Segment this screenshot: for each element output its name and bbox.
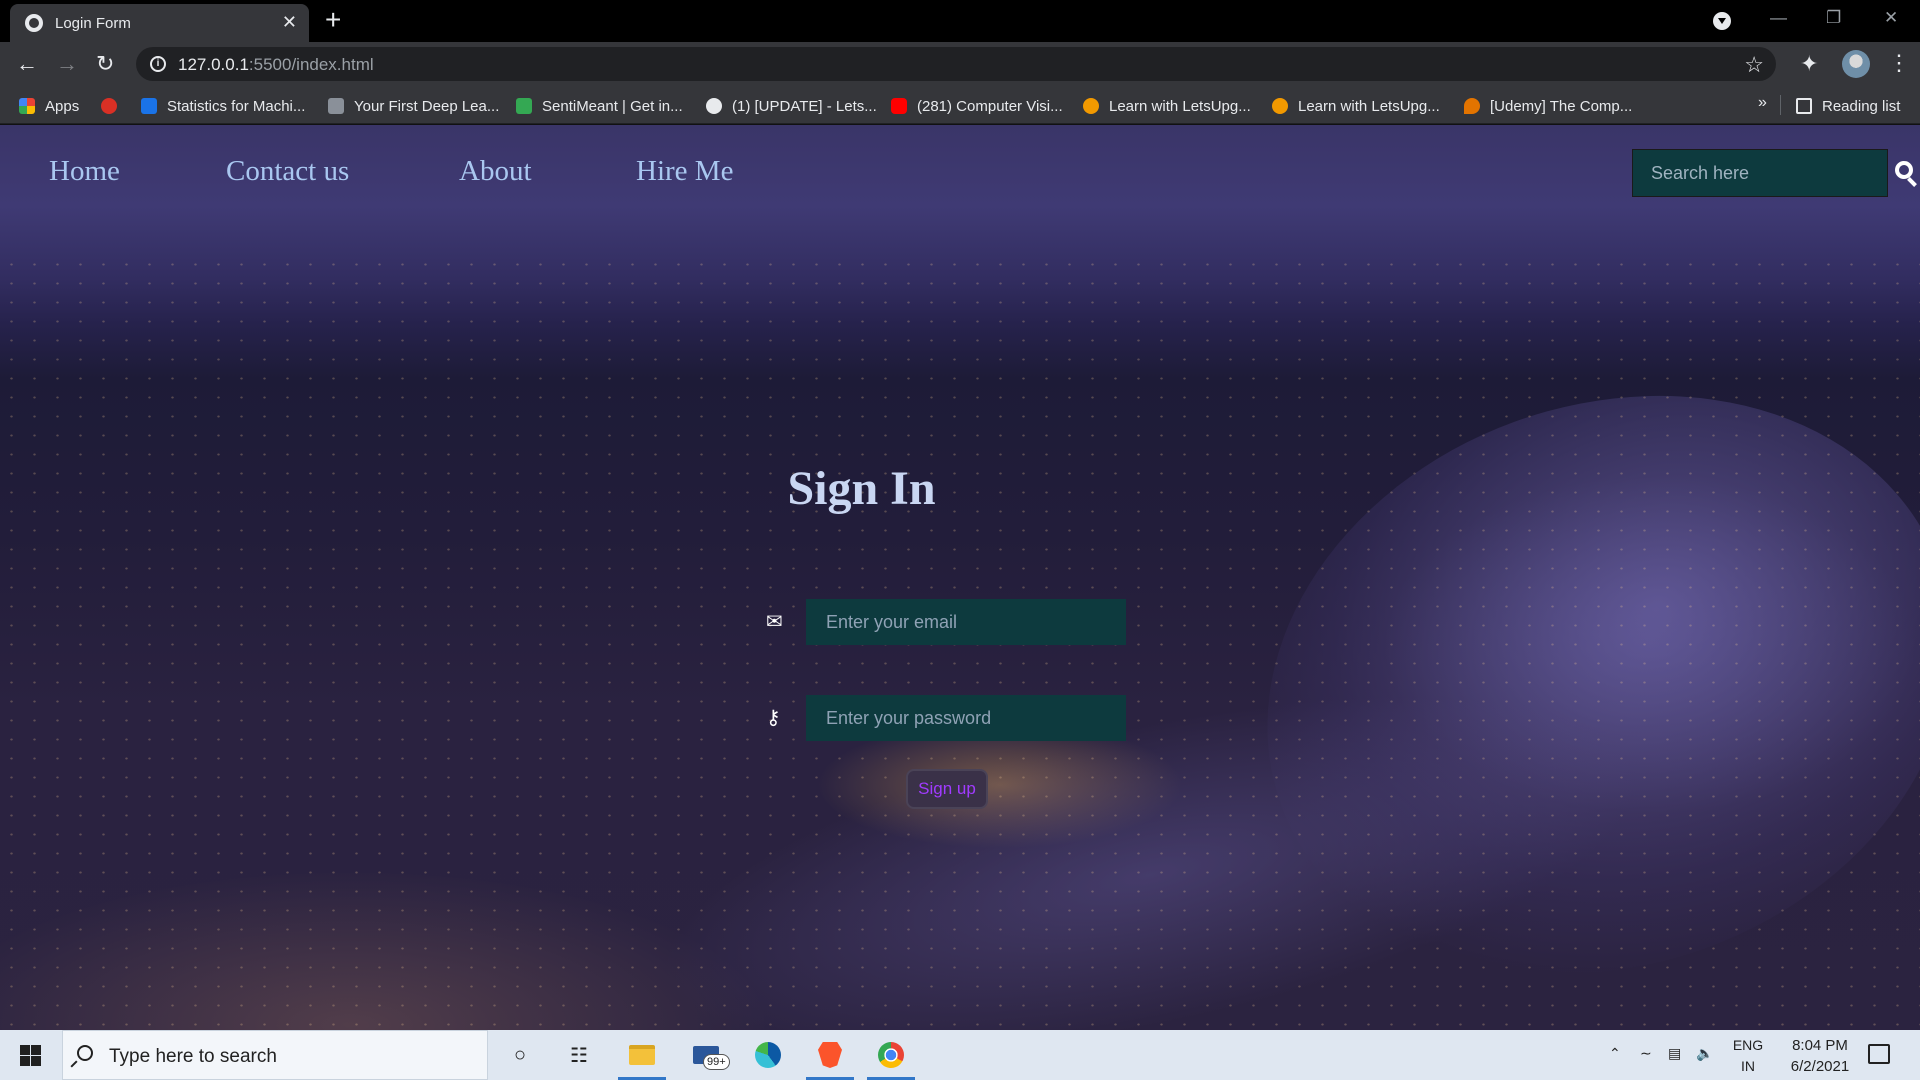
apps-grid-icon <box>19 98 35 114</box>
gl-favicon-icon <box>141 98 157 114</box>
bookmarks-divider <box>1780 95 1781 115</box>
nav-hire-me[interactable]: Hire Me <box>636 155 733 188</box>
reload-icon[interactable]: ↻ <box>96 51 114 77</box>
youtube-icon <box>891 98 907 114</box>
browser-tab-bar: Login Form ✕ + — ❐ ✕ <box>0 0 1920 42</box>
search-icon <box>77 1045 93 1061</box>
taskbar-search-box[interactable]: Type here to search <box>62 1030 488 1080</box>
wifi-icon[interactable]: ∼ <box>1640 1045 1652 1062</box>
letsupgrade-icon <box>1083 98 1099 114</box>
volume-icon[interactable]: 🔈 <box>1696 1045 1713 1062</box>
password-field <box>806 695 1126 741</box>
reading-list-icon <box>1796 98 1812 114</box>
site-search-box <box>1632 149 1888 197</box>
bookmark-item[interactable] <box>101 95 127 117</box>
back-arrow-icon[interactable]: ← <box>16 51 38 77</box>
email-field <box>806 599 1126 645</box>
bookmarks-bar: Apps Statistics for Machi... Your First … <box>0 86 1920 124</box>
reading-list-button[interactable]: Reading list <box>1796 95 1900 117</box>
chart-favicon-icon <box>516 98 532 114</box>
letsupgrade-icon <box>1272 98 1288 114</box>
extensions-puzzle-icon[interactable]: ✦ <box>1800 51 1818 77</box>
forward-arrow-icon[interactable]: → <box>56 51 78 77</box>
bookmark-item[interactable]: Learn with LetsUpg... <box>1272 95 1440 117</box>
tab-close-icon[interactable]: ✕ <box>282 12 297 32</box>
window-close-icon[interactable]: ✕ <box>1884 8 1898 28</box>
profile-avatar[interactable] <box>1842 50 1870 78</box>
bookmark-star-icon[interactable]: ☆ <box>1744 52 1764 78</box>
search-button[interactable] <box>1893 153 1920 193</box>
edge-browser-icon[interactable] <box>752 1040 784 1070</box>
browser-toolbar: ← → ↻ i 127.0.0.1:5500/index.html ☆ ✦ ⋮ <box>0 42 1920 86</box>
bookmark-item[interactable]: Statistics for Machi... <box>141 95 305 117</box>
key-icon: ⚷ <box>766 707 781 729</box>
image-favicon-icon <box>328 98 344 114</box>
password-input[interactable] <box>806 695 1126 741</box>
windows-start-icon[interactable] <box>20 1045 41 1066</box>
address-bar[interactable]: i 127.0.0.1:5500/index.html ☆ <box>136 47 1776 81</box>
language-indicator[interactable]: ENG IN <box>1728 1035 1768 1077</box>
signin-heading: Sign In <box>787 462 936 515</box>
bookmark-item[interactable]: SentiMeant | Get in... <box>516 95 683 117</box>
tab-title: Login Form <box>55 15 131 32</box>
chrome-browser-icon[interactable] <box>875 1040 907 1070</box>
restore-icon[interactable]: ❐ <box>1826 8 1841 28</box>
bookmark-item[interactable]: [Udemy] The Comp... <box>1464 95 1632 117</box>
signup-button[interactable]: Sign up <box>906 769 988 809</box>
site-info-icon[interactable]: i <box>150 56 166 72</box>
menu-kebab-icon[interactable]: ⋮ <box>1888 50 1910 76</box>
bookmark-item[interactable]: (1) [UPDATE] - Lets... <box>706 95 877 117</box>
battery-icon[interactable]: ▤ <box>1668 1045 1681 1062</box>
task-view-icon[interactable]: ☷ <box>563 1040 595 1070</box>
search-icon <box>1895 161 1913 179</box>
system-clock[interactable]: 8:04 PM 6/2/2021 <box>1770 1035 1870 1077</box>
tab-search-icon[interactable] <box>1713 12 1731 30</box>
bookmarks-overflow-icon[interactable]: » <box>1758 94 1767 112</box>
bookmark-apps[interactable]: Apps <box>19 95 79 117</box>
notification-center-icon[interactable] <box>1868 1044 1890 1064</box>
brave-browser-icon[interactable] <box>814 1040 846 1070</box>
bookmark-item[interactable]: Learn with LetsUpg... <box>1083 95 1251 117</box>
mail-icon[interactable]: 99+ <box>690 1040 730 1070</box>
file-explorer-icon[interactable] <box>626 1040 658 1070</box>
cortana-circle-icon[interactable]: ○ <box>504 1040 536 1070</box>
url-text[interactable]: 127.0.0.1:5500/index.html <box>178 55 374 75</box>
page-viewport: Home Contact us About Hire Me Sign In ✉ … <box>0 125 1920 1030</box>
new-tab-button[interactable]: + <box>325 6 341 34</box>
tray-chevron-icon[interactable]: ⌃ <box>1609 1045 1621 1062</box>
minimize-icon[interactable]: — <box>1770 8 1787 28</box>
email-input[interactable] <box>806 599 1126 645</box>
mail-badge: 99+ <box>703 1054 730 1070</box>
windows-taskbar: Type here to search ○ ☷ 99+ ⌃ ∼ ▤ 🔈 ENG … <box>0 1030 1920 1080</box>
taskbar-search-placeholder: Type here to search <box>109 1046 277 1067</box>
globe-favicon-icon <box>25 14 43 32</box>
envelope-icon: ✉ <box>766 611 783 633</box>
circle-favicon-icon <box>101 98 117 114</box>
bookmark-item[interactable]: Your First Deep Lea... <box>328 95 499 117</box>
browser-tab[interactable]: Login Form ✕ <box>10 4 309 42</box>
nav-contact-us[interactable]: Contact us <box>226 155 349 188</box>
udemy-pin-icon <box>1464 98 1480 114</box>
nav-home[interactable]: Home <box>49 155 120 188</box>
nav-about[interactable]: About <box>459 155 532 188</box>
bookmark-item[interactable]: (281) Computer Visi... <box>891 95 1063 117</box>
site-search-input[interactable] <box>1633 150 1887 196</box>
globe-favicon-icon <box>706 98 722 114</box>
